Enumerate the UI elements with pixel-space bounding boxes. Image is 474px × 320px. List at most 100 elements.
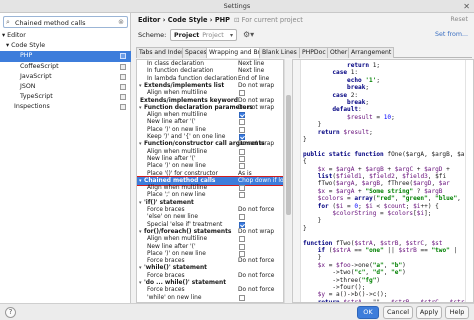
code-token: "b": [391, 261, 403, 269]
code-token: "d": [372, 269, 384, 277]
code-token: +: [413, 165, 425, 173]
option-checkbox[interactable]: [239, 243, 245, 250]
reset-link[interactable]: Reset: [450, 16, 468, 23]
sidebar-item-json[interactable]: JSON: [0, 82, 131, 92]
option-checkbox[interactable]: [239, 148, 245, 155]
tab-other[interactable]: Other: [327, 47, 351, 58]
code-token: ->two(: [303, 269, 355, 277]
code-token: $argA: [336, 180, 355, 188]
dialog-footer: ? OK Cancel Apply Help: [0, 303, 474, 320]
sidebar-item-editor[interactable]: ▾ Editor: [0, 31, 131, 41]
tab-phpdoc[interactable]: PHPDoc: [299, 47, 329, 58]
window-titlebar: Settings ✕: [0, 0, 474, 13]
code-token: '1': [365, 76, 377, 84]
sidebar-item-code-style[interactable]: ▾ Code Style: [0, 41, 131, 51]
code-token: $result: [347, 113, 373, 121]
option-checkbox[interactable]: [239, 163, 245, 170]
option-checkbox[interactable]: [239, 185, 245, 192]
code-token: ->four();: [303, 284, 366, 291]
search-input-value[interactable]: Chained method calls: [15, 19, 85, 27]
sidebar-item-inspections[interactable]: Inspections: [0, 102, 131, 112]
sidebar-item-typescript[interactable]: TypeScript: [0, 92, 131, 102]
code-token: break: [347, 84, 366, 92]
gear-icon[interactable]: ⚙▾: [243, 30, 254, 39]
option-checkbox[interactable]: [239, 90, 245, 97]
code-token: echo: [347, 76, 362, 84]
scheme-select-note: Project: [202, 32, 224, 39]
project-scope-icon: [120, 53, 126, 60]
code-token: function: [354, 150, 384, 158]
code-line: if ($strA == "one" || $strB == "two" |: [303, 247, 457, 256]
code-token: ;: [369, 128, 373, 136]
code-line: return $result;: [303, 129, 373, 138]
code-token: =: [325, 291, 337, 299]
code-token: ): [402, 261, 406, 269]
tab-arrangement[interactable]: Arrangement: [348, 47, 395, 58]
code-token: return: [347, 62, 370, 69]
sidebar-item-javascript[interactable]: JavaScript: [0, 72, 131, 82]
option-checkbox[interactable]: [239, 112, 245, 119]
option-checkbox[interactable]: [239, 119, 245, 126]
breadcrumb-path: Editor › Code Style › PHP: [138, 16, 231, 24]
ok-button[interactable]: OK: [357, 306, 379, 319]
code-token: $st: [431, 239, 443, 247]
set-from-link[interactable]: Set from...: [435, 31, 468, 38]
code-token: "fg": [361, 276, 377, 284]
code-token: =: [325, 261, 337, 269]
code-token: $x: [317, 261, 326, 269]
option-checkbox[interactable]: [239, 126, 245, 133]
code-token: ): [402, 269, 406, 277]
help-button[interactable]: Help: [445, 306, 469, 319]
code-token: "blue": [435, 195, 458, 203]
code-token: case: [332, 91, 348, 99]
option-row[interactable]: 'while' on new line: [137, 294, 283, 302]
help-icon[interactable]: ?: [5, 307, 16, 318]
tab-blank-lines[interactable]: Blank Lines: [259, 47, 300, 58]
option-checkbox[interactable]: [239, 155, 245, 162]
options-scrollbar-thumb[interactable]: [286, 95, 291, 215]
close-icon[interactable]: ✕: [463, 0, 470, 13]
code-line: public static function fOne($argA, $argB…: [303, 151, 464, 160]
sidebar-item-coffeescript[interactable]: CoffeeScript: [0, 62, 131, 72]
apply-button[interactable]: Apply: [416, 306, 442, 319]
options-scrollbar[interactable]: [284, 59, 291, 303]
code-token: static: [328, 150, 351, 158]
code-token: ,: [394, 195, 403, 203]
code-line: $colorString = $colors[$i];: [303, 210, 431, 219]
code-token: "c": [354, 269, 366, 277]
clear-search-icon[interactable]: ⊗: [118, 18, 124, 26]
project-scope-icon: [120, 83, 126, 90]
option-checkbox[interactable]: [239, 192, 245, 199]
option-checkbox[interactable]: [239, 214, 245, 221]
option-checkbox[interactable]: [239, 134, 245, 140]
code-token: $x: [317, 165, 326, 173]
code-token: (: [328, 202, 337, 210]
code-token: $argA: [336, 165, 355, 173]
search-input[interactable]: ⌕ Chained method calls ⊗: [3, 16, 128, 28]
code-token: $argD: [413, 180, 432, 188]
breadcrumb-scope-note: ⊡ For current project: [234, 16, 303, 24]
option-checkbox[interactable]: [239, 221, 245, 228]
code-token: $strA: [354, 239, 373, 247]
scheme-select[interactable]: Project Project ▾: [170, 29, 237, 41]
code-token: "a": [372, 261, 384, 269]
chevron-down-icon: ▾: [229, 32, 233, 39]
option-checkbox[interactable]: [239, 236, 245, 243]
code-token: +: [354, 165, 366, 173]
code-token: {: [303, 158, 307, 166]
code-token: ?: [413, 187, 425, 195]
sidebar-item-label: ▾ Editor: [2, 32, 26, 39]
sidebar-item-php[interactable]: PHP: [0, 51, 131, 62]
option-checkbox[interactable]: [239, 294, 245, 301]
option-checkbox[interactable]: [239, 250, 245, 257]
code-token: $strB: [398, 247, 417, 254]
code-token: ,: [398, 239, 406, 247]
cancel-button[interactable]: Cancel: [383, 306, 413, 319]
code-token: }: [303, 121, 322, 129]
